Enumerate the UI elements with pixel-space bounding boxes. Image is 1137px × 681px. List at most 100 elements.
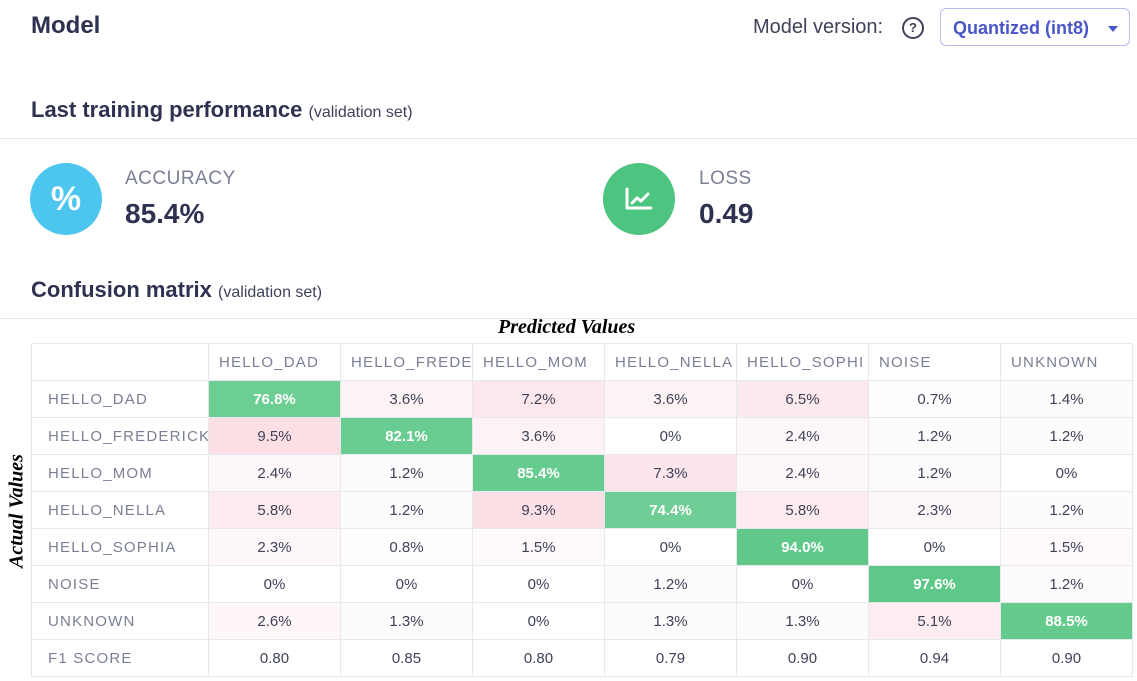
matrix-cell: 85.4% [472,454,605,492]
row-header: HELLO_FREDERICK [31,417,209,455]
matrix-cell: 5.1% [868,602,1001,640]
matrix-row: HELLO_MOM 2.4% 1.2% 85.4% 7.3% 2.4% 1.2% 0% [31,454,1133,492]
row-header: UNKNOWN [31,602,209,640]
column-header: NOISE [868,343,1001,381]
accuracy-value: 85.4% [125,198,205,229]
column-header: HELLO_FREDE [340,343,473,381]
matrix-cell: 9.3% [472,491,605,529]
matrix-cell: 1.5% [1000,528,1133,566]
f1-cell: 0.90 [1000,639,1133,677]
matrix-cell: 3.6% [604,380,737,418]
matrix-cell: 2.3% [868,491,1001,529]
caret-down-icon [1108,26,1118,32]
row-header: HELLO_SOPHIA [31,528,209,566]
row-header: HELLO_NELLA [31,491,209,529]
row-header: NOISE [31,565,209,603]
loss-value: 0.49 [699,198,754,229]
loss-label: LOSS [699,168,752,189]
matrix-cell: 1.3% [340,602,473,640]
matrix-cell: 5.8% [736,491,869,529]
matrix-cell: 0% [472,602,605,640]
matrix-corner [31,343,209,381]
matrix-cell: 1.2% [1000,417,1133,455]
model-version-value: Quantized (int8) [953,18,1089,38]
f1-cell: 0.80 [208,639,341,677]
matrix-cell: 0% [340,565,473,603]
confusion-subtitle: (validation set) [218,284,323,301]
matrix-row: HELLO_FREDERICK 9.5% 82.1% 3.6% 0% 2.4% 1.2% 1.… [31,417,1133,455]
matrix-cell: 1.2% [1000,565,1133,603]
matrix-cell: 7.2% [472,380,605,418]
matrix-cell: 2.4% [208,454,341,492]
matrix-cell: 2.6% [208,602,341,640]
trend-chart-icon [603,163,675,235]
matrix-cell: 0% [604,417,737,455]
divider [0,138,1137,139]
matrix-cell: 88.5% [1000,602,1133,640]
page-title: Model [31,12,101,39]
matrix-row: UNKNOWN 2.6% 1.3% 0% 1.3% 1.3% 5.1% 88.5% [31,602,1133,640]
f1-cell: 0.85 [340,639,473,677]
matrix-cell: 0% [736,565,869,603]
matrix-cell: 1.2% [1000,491,1133,529]
matrix-cell: 0% [1000,454,1133,492]
matrix-cell: 94.0% [736,528,869,566]
matrix-cell: 1.2% [340,454,473,492]
matrix-cell: 3.6% [340,380,473,418]
matrix-cell: 1.5% [472,528,605,566]
column-header: UNKNOWN [1000,343,1133,381]
matrix-cell: 1.3% [736,602,869,640]
f1-score-row: F1 SCORE 0.80 0.85 0.80 0.79 0.90 0.94 0.90 [31,639,1133,677]
model-version-select[interactable]: Quantized (int8) [940,8,1130,46]
matrix-row: NOISE 0% 0% 0% 1.2% 0% 97.6% 1.2% [31,565,1133,603]
confusion-section-title: Confusion matrix (validation set) [31,277,322,303]
matrix-cell: 1.2% [340,491,473,529]
matrix-header-row: HELLO_DAD HELLO_FREDE HELLO_MOM HELLO_NE… [31,343,1133,381]
matrix-cell: 74.4% [604,491,737,529]
matrix-cell: 0% [472,565,605,603]
column-header: HELLO_SOPHI [736,343,869,381]
column-header: HELLO_DAD [208,343,341,381]
matrix-cell: 2.4% [736,417,869,455]
matrix-cell: 1.2% [868,417,1001,455]
matrix-cell: 5.8% [208,491,341,529]
matrix-cell: 76.8% [208,380,341,418]
matrix-cell: 1.2% [604,565,737,603]
matrix-cell: 7.3% [604,454,737,492]
accuracy-label: ACCURACY [125,168,236,189]
matrix-cell: 1.3% [604,602,737,640]
performance-subtitle: (validation set) [308,104,413,121]
actual-values-label: Actual Values [5,454,28,568]
matrix-cell: 0% [208,565,341,603]
f1-cell: 0.90 [736,639,869,677]
matrix-cell: 0.7% [868,380,1001,418]
matrix-cell: 1.4% [1000,380,1133,418]
f1-cell: 0.94 [868,639,1001,677]
matrix-row: HELLO_SOPHIA 2.3% 0.8% 1.5% 0% 94.0% 0% 1.5% [31,528,1133,566]
matrix-row: HELLO_NELLA 5.8% 1.2% 9.3% 74.4% 5.8% 2.3% 1.2% [31,491,1133,529]
matrix-cell: 97.6% [868,565,1001,603]
performance-title: Last training performance [31,97,303,122]
f1-cell: 0.79 [604,639,737,677]
model-version-label: Model version: [753,16,884,38]
column-header: HELLO_NELLA [604,343,737,381]
column-header: HELLO_MOM [472,343,605,381]
matrix-cell: 3.6% [472,417,605,455]
matrix-cell: 82.1% [340,417,473,455]
confusion-title: Confusion matrix [31,277,212,302]
row-header: HELLO_DAD [31,380,209,418]
matrix-cell: 2.3% [208,528,341,566]
confusion-matrix-table: HELLO_DAD HELLO_FREDE HELLO_MOM HELLO_NE… [31,343,1133,677]
row-header: F1 SCORE [31,639,209,677]
percent-icon: % [30,163,102,235]
question-circle-icon[interactable]: ? [902,17,924,39]
matrix-cell: 0% [868,528,1001,566]
matrix-cell: 0.8% [340,528,473,566]
matrix-cell: 9.5% [208,417,341,455]
matrix-cell: 0% [604,528,737,566]
matrix-cell: 2.4% [736,454,869,492]
row-header: HELLO_MOM [31,454,209,492]
matrix-row: HELLO_DAD 76.8% 3.6% 7.2% 3.6% 6.5% 0.7% 1.4% [31,380,1133,418]
f1-cell: 0.80 [472,639,605,677]
predicted-values-label: Predicted Values [498,316,636,338]
